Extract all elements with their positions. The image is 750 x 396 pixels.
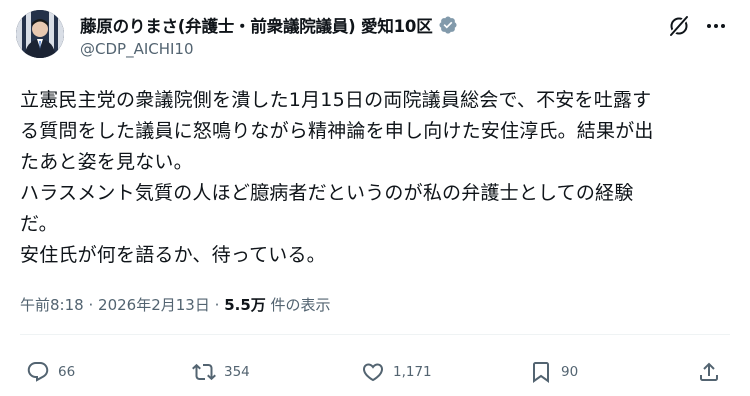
share-icon (700, 362, 718, 381)
author-handle[interactable]: @CDP_AICHI10 (80, 40, 194, 58)
tweet-meta: 午前8:18 · 2026年2月13日 · 5.5万 件の表示 (20, 294, 331, 315)
meta-separator: · (214, 296, 220, 314)
action-bar: 66 354 1,171 90 (0, 355, 750, 389)
repost-icon (192, 363, 216, 381)
tweet-text-line: 立憲民主党の衆議院側を潰した1月15日の両院議員総会で、不安を吐露す (20, 89, 652, 111)
view-count[interactable]: 5.5万 (224, 296, 266, 314)
tweet: 藤原のりまさ(弁護士・前衆議院議員) 愛知10区 @CDP_AICHI10 立憲… (0, 0, 750, 396)
reply-icon (27, 362, 49, 382)
avatar[interactable] (16, 10, 64, 58)
post-date[interactable]: 2026年2月13日 (98, 296, 210, 314)
bookmark-icon (533, 362, 549, 383)
reply-button[interactable]: 66 (26, 355, 75, 389)
view-count-label: 件の表示 (270, 296, 331, 314)
display-name[interactable]: 藤原のりまさ(弁護士・前衆議院議員) 愛知10区 (80, 13, 433, 37)
share-button[interactable] (697, 355, 721, 389)
tweet-text-line: ハラスメント気質の人ほど臆病者だというのが私の弁護士としての経験 (20, 182, 634, 204)
tweet-text: 立憲民主党の衆議院側を潰した1月15日の両院議員総会で、不安を吐露す る質問をし… (20, 85, 732, 271)
like-button[interactable]: 1,171 (361, 355, 432, 389)
bookmark-button[interactable]: 90 (529, 355, 578, 389)
reply-count: 66 (58, 364, 76, 380)
repost-button[interactable]: 354 (192, 355, 250, 389)
author-name-row: 藤原のりまさ(弁護士・前衆議院議員) 愛知10区 (80, 12, 458, 38)
like-count: 1,171 (393, 364, 432, 380)
tweet-text-line: だ。 (20, 213, 58, 235)
divider (20, 334, 730, 335)
more-icon[interactable] (704, 14, 728, 38)
verified-badge-icon[interactable] (438, 15, 458, 35)
meta-separator: · (88, 296, 94, 314)
avatar-image (16, 10, 64, 58)
grok-icon[interactable] (667, 14, 691, 38)
tweet-text-line: 安住氏が何を語るか、待っている。 (20, 244, 326, 266)
bookmark-count: 90 (561, 364, 579, 380)
tweet-text-line: る質問をした議員に怒鳴りながら精神論を申し向けた安住淳氏。結果が出 (20, 120, 654, 142)
repost-count: 354 (224, 364, 250, 380)
tweet-text-line: たあと姿を見ない。 (20, 151, 193, 173)
post-time[interactable]: 午前8:18 (20, 296, 84, 314)
heart-icon (362, 363, 384, 382)
